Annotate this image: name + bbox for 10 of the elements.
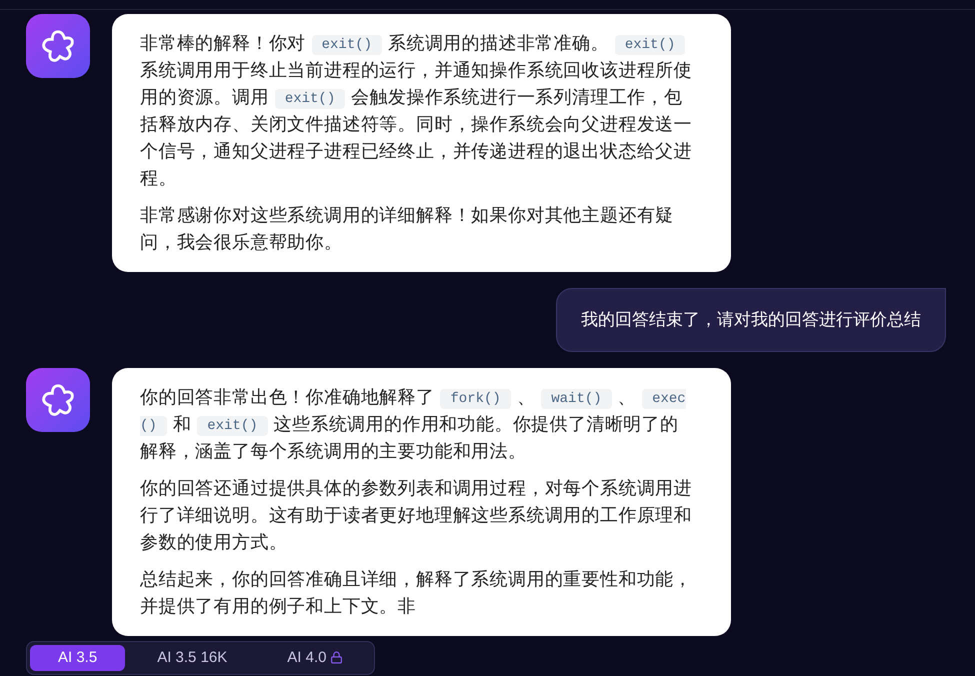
message-paragraph: 非常棒的解释！你对 exit() 系统调用的描述非常准确。 exit() 系统调用用于终止当前进程的运行，并通知操作系统回收该进程所使用的资源。调用 exit() 会触发操作系统进行一系列清理工作，包括释放内存、关闭文件描述符等。同时，操作系统会向父进程发送一个信号，通知父进程子进程已经终止，并传递进程的退出状态给父进程。 [140, 32, 693, 190]
assistant-avatar-icon [26, 368, 90, 432]
model-tab[interactable]: AI 3.5 [30, 644, 126, 671]
message-paragraph: 你的回答还通过提供具体的参数列表和调用过程，对每个系统调用进行了详细说明。这有助于读者更好地理解这些系统调用的工作原理和参数的使用方式。 [140, 477, 693, 554]
message-paragraph: 总结起来，你的回答准确且详细，解释了系统调用的重要性和功能，并提供了有用的例子和上下文。非 [140, 568, 693, 618]
assistant-avatar-icon [26, 14, 90, 78]
model-tab[interactable]: AI 4.0 [259, 644, 372, 671]
model-tab[interactable]: AI 3.5 16K [129, 644, 256, 671]
message-paragraph: 非常感谢你对这些系统调用的详细解释！如果你对其他主题还有疑问，我会很乐意帮助你。 [140, 204, 675, 254]
message-paragraph: 我的回答结束了，请对我的回答进行评价总结 [581, 309, 921, 331]
